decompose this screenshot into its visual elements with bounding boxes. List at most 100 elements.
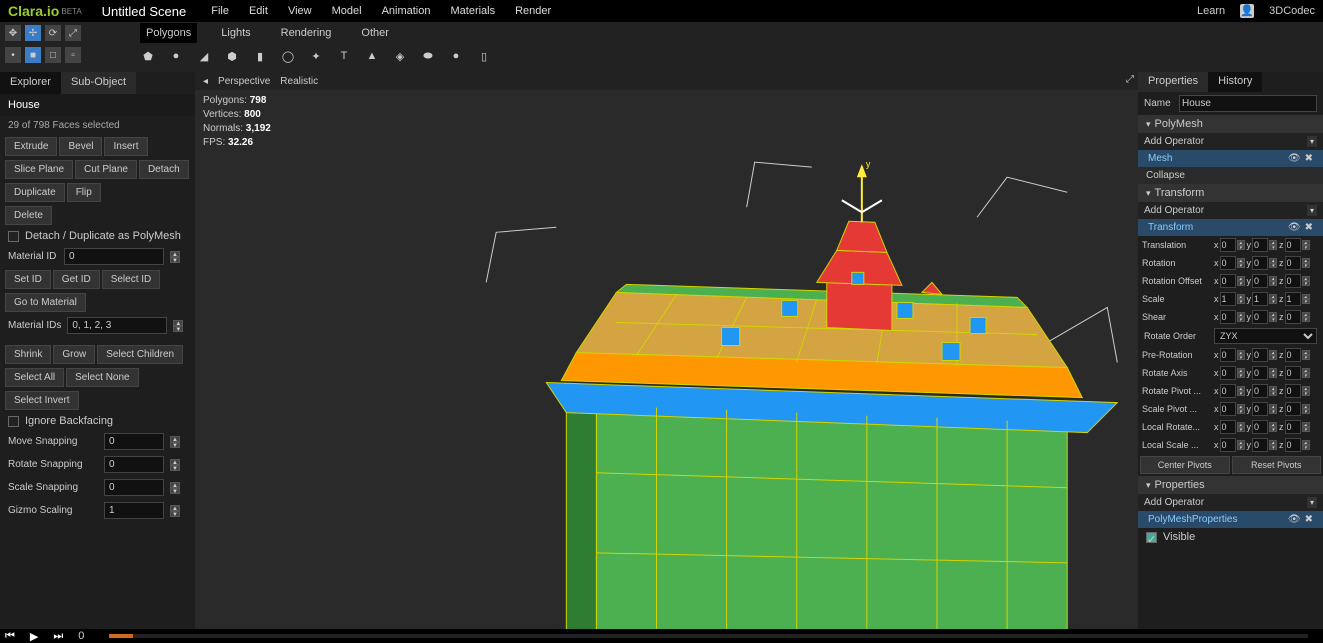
selectinvert-button[interactable]: Select Invert	[5, 391, 79, 410]
close-icon[interactable]: ✖	[1305, 514, 1313, 525]
x-input[interactable]	[1220, 366, 1236, 380]
circle-icon[interactable]: ●	[448, 48, 464, 64]
spinner-down-icon[interactable]: ▼	[170, 257, 180, 263]
spinner-down-icon[interactable]: ▼	[170, 511, 180, 517]
y-input[interactable]	[1252, 310, 1268, 324]
grow-button[interactable]: Grow	[53, 345, 95, 364]
edge-mode-icon[interactable]: □	[45, 47, 61, 63]
collapse-button[interactable]: Collapse	[1138, 167, 1323, 184]
y-input[interactable]	[1252, 420, 1268, 434]
rotate-tool-icon[interactable]: ⟳	[45, 25, 61, 41]
y-input[interactable]	[1252, 274, 1268, 288]
getid-button[interactable]: Get ID	[53, 270, 100, 289]
add-operator-properties[interactable]: Add Operator	[1138, 494, 1323, 511]
selectnone-button[interactable]: Select None	[66, 368, 138, 387]
eye-icon[interactable]: 👁	[1288, 153, 1301, 164]
menu-animation[interactable]: Animation	[382, 5, 431, 17]
z-input[interactable]	[1285, 402, 1301, 416]
spinner-down-icon[interactable]: ▼	[173, 326, 183, 332]
timeline-track[interactable]	[109, 634, 1308, 638]
z-input[interactable]	[1285, 384, 1301, 398]
tab-lights[interactable]: Lights	[215, 23, 256, 43]
x-input[interactable]	[1220, 274, 1236, 288]
z-input[interactable]	[1285, 238, 1301, 252]
z-input[interactable]	[1285, 256, 1301, 270]
detach-polymesh-checkbox[interactable]	[8, 231, 19, 242]
add-operator-transform[interactable]: Add Operator	[1138, 202, 1323, 219]
shrink-button[interactable]: Shrink	[5, 345, 51, 364]
properties-section[interactable]: Properties	[1138, 476, 1323, 494]
menu-edit[interactable]: Edit	[249, 5, 268, 17]
viewport-menu-icon[interactable]: ◂	[203, 76, 208, 87]
add-operator-polymesh[interactable]: Add Operator	[1138, 133, 1323, 150]
visible-checkbox[interactable]: ✓	[1146, 532, 1157, 543]
eye-icon[interactable]: 👁	[1288, 514, 1301, 525]
snap-input-2[interactable]	[104, 479, 164, 496]
x-input[interactable]	[1220, 238, 1236, 252]
box-icon[interactable]: ◈	[392, 48, 408, 64]
realistic-label[interactable]: Realistic	[280, 76, 318, 87]
play-icon[interactable]: ▶	[30, 630, 38, 643]
spinner-down-icon[interactable]: ▼	[170, 465, 180, 471]
x-input[interactable]	[1220, 420, 1236, 434]
selectall-button[interactable]: Select All	[5, 368, 64, 387]
cylinder-icon[interactable]: ⬢	[224, 48, 240, 64]
z-input[interactable]	[1285, 348, 1301, 362]
prev-frame-icon[interactable]: ⏮	[5, 630, 15, 643]
vertex-mode-icon[interactable]: •	[5, 47, 21, 63]
menu-view[interactable]: View	[288, 5, 312, 17]
setid-button[interactable]: Set ID	[5, 270, 51, 289]
menu-render[interactable]: Render	[515, 5, 551, 17]
x-input[interactable]	[1220, 402, 1236, 416]
text-icon[interactable]: T	[336, 48, 352, 64]
tab-explorer[interactable]: Explorer	[0, 72, 61, 94]
bevel-button[interactable]: Bevel	[59, 137, 102, 156]
material-id-input[interactable]	[64, 248, 164, 265]
detach-button[interactable]: Detach	[139, 160, 189, 179]
viewport[interactable]: ◂ Perspective Realistic ⤢ Polygons: 798 …	[195, 72, 1138, 633]
snap-input-3[interactable]	[104, 502, 164, 519]
polymesh-section[interactable]: PolyMesh	[1138, 115, 1323, 133]
flip-button[interactable]: Flip	[67, 183, 101, 202]
z-input[interactable]	[1285, 310, 1301, 324]
tab-history[interactable]: History	[1208, 72, 1262, 92]
ignore-backfacing-checkbox[interactable]	[8, 416, 19, 427]
pill-icon[interactable]: ▯	[476, 48, 492, 64]
move-tool-icon[interactable]: ✢	[25, 25, 41, 41]
transform-section[interactable]: Transform	[1138, 184, 1323, 202]
close-icon[interactable]: ✖	[1305, 153, 1313, 164]
gotomaterial-button[interactable]: Go to Material	[5, 293, 86, 312]
menu-materials[interactable]: Materials	[450, 5, 495, 17]
knot-icon[interactable]: ✦	[308, 48, 324, 64]
sphere-icon[interactable]: ●	[168, 48, 184, 64]
cursor-tool-icon[interactable]: ✥	[5, 25, 21, 41]
menu-model[interactable]: Model	[332, 5, 362, 17]
learn-link[interactable]: Learn	[1197, 5, 1225, 17]
insert-button[interactable]: Insert	[104, 137, 147, 156]
selectchildren-button[interactable]: Select Children	[97, 345, 183, 364]
rotate-order-select[interactable]: ZYX	[1214, 328, 1317, 344]
face-mode-icon[interactable]: ■	[25, 47, 41, 63]
duplicate-button[interactable]: Duplicate	[5, 183, 65, 202]
name-input[interactable]	[1179, 95, 1317, 112]
y-input[interactable]	[1252, 256, 1268, 270]
tab-rendering[interactable]: Rendering	[275, 23, 338, 43]
perspective-label[interactable]: Perspective	[218, 76, 270, 87]
y-input[interactable]	[1252, 366, 1268, 380]
drop-icon[interactable]: ◢	[196, 48, 212, 64]
shield-icon[interactable]: ⬟	[140, 48, 156, 64]
cone-icon[interactable]: ▲	[364, 48, 380, 64]
z-input[interactable]	[1285, 274, 1301, 288]
y-input[interactable]	[1252, 292, 1268, 306]
selectid-button[interactable]: Select ID	[102, 270, 161, 289]
scale-tool-icon[interactable]: ⤢	[65, 25, 81, 41]
eye-icon[interactable]: 👁	[1288, 222, 1301, 233]
y-input[interactable]	[1252, 348, 1268, 362]
avatar-icon[interactable]: 👤	[1240, 4, 1254, 18]
scene-title[interactable]: Untitled Scene	[102, 4, 187, 19]
next-frame-icon[interactable]: ⏭	[53, 630, 63, 643]
x-input[interactable]	[1220, 292, 1236, 306]
snap-input-0[interactable]	[104, 433, 164, 450]
delete-button[interactable]: Delete	[5, 206, 52, 225]
capsule-icon[interactable]: ⬬	[420, 48, 436, 64]
